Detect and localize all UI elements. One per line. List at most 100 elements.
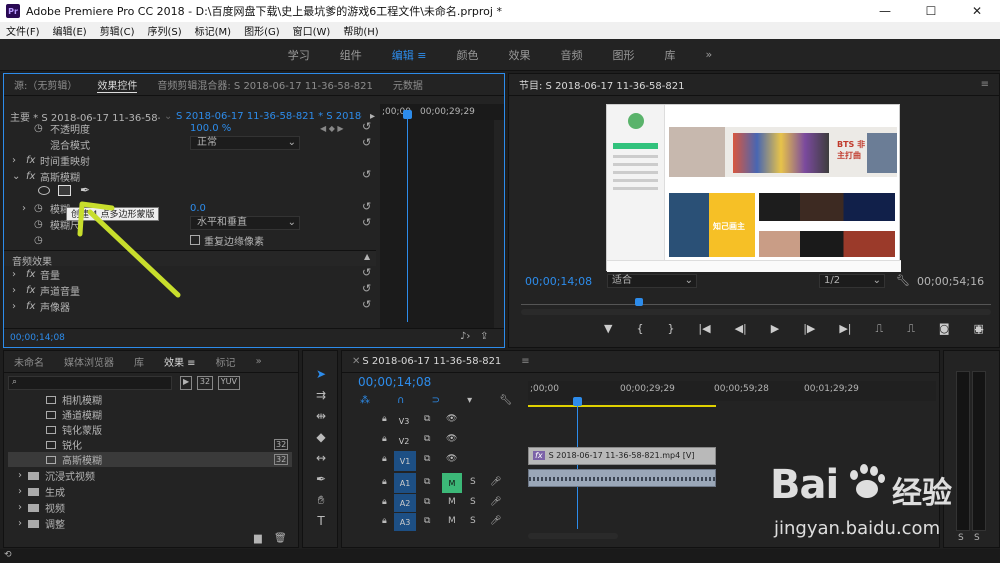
workspace-libraries[interactable]: 库 bbox=[664, 47, 675, 63]
solo-button[interactable]: S bbox=[470, 497, 476, 507]
new-bin-icon[interactable]: ▆ bbox=[254, 533, 262, 544]
nest-icon[interactable]: ⁂ bbox=[360, 395, 370, 406]
effect-item-selected[interactable]: 高斯模糊 32 bbox=[8, 452, 292, 467]
track-v2-label[interactable]: V2 bbox=[396, 433, 412, 449]
hand-tool-icon[interactable]: ✋︎ bbox=[313, 492, 329, 508]
menu-edit[interactable]: 编辑(E) bbox=[53, 23, 87, 38]
menu-help[interactable]: 帮助(H) bbox=[343, 23, 378, 38]
expand-icon[interactable]: › bbox=[12, 152, 16, 168]
workspace-color[interactable]: 颜色 bbox=[456, 47, 478, 63]
lock-icon[interactable]: 🔒︎ bbox=[382, 477, 387, 487]
track-v3-label[interactable]: V3 bbox=[396, 413, 412, 429]
reset-icon[interactable]: ↺ bbox=[362, 200, 371, 213]
workspace-assembly[interactable]: 组件 bbox=[340, 47, 362, 63]
accelerated-filter-icon[interactable]: ▶ bbox=[180, 376, 193, 390]
reset-icon[interactable]: ↺ bbox=[362, 298, 371, 311]
reset-icon[interactable]: ↺ bbox=[362, 266, 371, 279]
resolution-select[interactable]: 1/2 ⌄ bbox=[819, 274, 885, 288]
tab-audio-mixer[interactable]: 音频剪辑混合器: S 2018-06-17 11-36-58-821 bbox=[157, 77, 372, 92]
mute-button[interactable]: M bbox=[448, 497, 456, 507]
menu-clip[interactable]: 剪辑(C) bbox=[100, 23, 135, 38]
program-video-frame[interactable]: BTS 非主打曲 知己画主 bbox=[606, 104, 901, 272]
tab-source[interactable]: 源:（无剪辑） bbox=[14, 77, 77, 92]
fx-icon[interactable]: fx bbox=[26, 298, 35, 314]
effect-item[interactable]: 锐化 32 bbox=[34, 437, 289, 452]
add-marker-icon[interactable]: ▾ bbox=[467, 395, 472, 406]
32bit-filter-icon[interactable]: 32 bbox=[196, 376, 214, 390]
menu-sequence[interactable]: 序列(S) bbox=[147, 23, 181, 38]
keyframe-nav-icon[interactable]: ◀ ◆ ▶ bbox=[320, 120, 344, 136]
program-scrub-track[interactable] bbox=[521, 304, 991, 305]
settings-wrench-icon[interactable]: 🔧︎ bbox=[499, 395, 512, 406]
workspace-audio[interactable]: 音频 bbox=[560, 47, 582, 63]
track-a3-label[interactable]: A3 bbox=[394, 513, 416, 531]
export-icon[interactable]: ⇪ bbox=[480, 331, 488, 342]
go-to-in-icon[interactable]: |◀ bbox=[698, 322, 710, 340]
program-timecode[interactable]: 00;00;14;08 bbox=[525, 275, 592, 288]
razor-tool-icon[interactable]: ◆ bbox=[313, 429, 329, 445]
expand-icon[interactable]: › bbox=[12, 298, 16, 314]
expand-icon[interactable]: › bbox=[12, 266, 16, 282]
ellipse-mask-icon[interactable] bbox=[38, 186, 50, 195]
video-clip[interactable]: fx S 2018-06-17 11-36-58-821.mp4 [V] bbox=[528, 447, 716, 465]
add-marker-icon[interactable]: ▼ bbox=[604, 322, 612, 340]
selection-tool-icon[interactable]: ➤ bbox=[313, 366, 329, 382]
microphone-icon[interactable]: 🎤︎ bbox=[490, 516, 501, 526]
program-playhead[interactable] bbox=[635, 298, 643, 306]
mute-button[interactable]: M bbox=[448, 516, 456, 526]
stopwatch-icon[interactable]: ◷ bbox=[34, 232, 43, 248]
workspace-graphics[interactable]: 图形 bbox=[612, 47, 634, 63]
blur-dimensions-select[interactable]: 水平和垂直 ⌄ bbox=[190, 216, 300, 230]
workspace-learn[interactable]: 学习 bbox=[288, 47, 310, 63]
fit-select[interactable]: 适合 ⌄ bbox=[607, 274, 697, 288]
more-tabs-icon[interactable]: » bbox=[256, 356, 262, 367]
program-zoom-bar[interactable] bbox=[521, 309, 991, 315]
fx-icon[interactable]: fx bbox=[26, 168, 35, 184]
repeat-edge-checkbox[interactable] bbox=[190, 235, 200, 245]
lock-icon[interactable]: 🔒︎ bbox=[382, 414, 387, 424]
menu-markers[interactable]: 标记(M) bbox=[195, 23, 231, 38]
mark-out-icon[interactable]: } bbox=[667, 322, 674, 340]
blend-mode-select[interactable]: 正常 ⌄ bbox=[190, 136, 300, 150]
reset-icon[interactable]: ↺ bbox=[362, 216, 371, 229]
minimize-icon[interactable]: — bbox=[862, 0, 908, 22]
tab-sequence[interactable]: S 2018-06-17 11-36-58-821 bbox=[362, 356, 501, 367]
timeline-ruler[interactable]: ;00;00 00;00;29;29 00;00;59;28 00;01;29;… bbox=[528, 381, 936, 401]
tab-markers[interactable]: 标记 bbox=[216, 354, 236, 369]
export-frame-icon[interactable]: ◙ bbox=[939, 322, 950, 340]
sync-lock-icon[interactable]: ⧉ bbox=[424, 516, 430, 526]
timeline-playhead-handle[interactable] bbox=[573, 397, 582, 406]
sync-lock-icon[interactable]: ⧉ bbox=[424, 497, 430, 507]
eye-icon[interactable]: 👁︎ bbox=[446, 434, 457, 444]
panel-menu-icon[interactable]: ≡ bbox=[981, 79, 989, 90]
panel-menu-icon[interactable]: ≡ bbox=[521, 356, 529, 367]
folder-item[interactable]: › 视频 bbox=[18, 500, 65, 515]
mark-in-icon[interactable]: { bbox=[636, 322, 643, 340]
effect-item[interactable]: 通道模糊 bbox=[34, 407, 102, 422]
effect-item[interactable]: 钝化蒙版 bbox=[34, 422, 102, 437]
solo-button[interactable]: S bbox=[470, 516, 476, 526]
slip-tool-icon[interactable]: ↔ bbox=[313, 450, 329, 466]
eye-icon[interactable]: 👁︎ bbox=[446, 454, 457, 464]
collapse-icon[interactable]: ⌄ bbox=[12, 168, 20, 184]
filter-icon[interactable]: ♪› bbox=[460, 331, 470, 342]
blur-value[interactable]: 0.0 bbox=[190, 200, 206, 216]
audio-clip[interactable] bbox=[528, 469, 716, 487]
tab-media-browser[interactable]: 媒体浏览器 bbox=[64, 354, 114, 369]
ec-keyframe-area[interactable] bbox=[380, 120, 494, 328]
lock-icon[interactable]: 🔒︎ bbox=[382, 454, 387, 464]
stopwatch-icon[interactable]: ◷ bbox=[34, 216, 43, 232]
wrench-icon[interactable]: 🔧︎ bbox=[896, 274, 910, 287]
type-tool-icon[interactable]: T bbox=[313, 513, 329, 529]
reset-icon[interactable]: ↺ bbox=[362, 136, 371, 149]
program-title[interactable]: 节目: S 2018-06-17 11-36-58-821 bbox=[519, 77, 684, 92]
close-icon[interactable]: ✕ bbox=[954, 0, 1000, 22]
linked-selection-icon[interactable]: ⊃ bbox=[432, 395, 440, 406]
tab-effect-controls[interactable]: 效果控件 bbox=[97, 77, 138, 93]
microphone-icon[interactable]: 🎤︎ bbox=[490, 477, 501, 487]
snap-icon[interactable]: ∩ bbox=[397, 395, 404, 406]
play-icon[interactable]: ▶ bbox=[771, 322, 779, 340]
close-tab-icon[interactable]: ✕ bbox=[352, 356, 360, 367]
workspace-editing[interactable]: 编辑 ≡ bbox=[392, 47, 427, 63]
menu-file[interactable]: 文件(F) bbox=[6, 23, 40, 38]
